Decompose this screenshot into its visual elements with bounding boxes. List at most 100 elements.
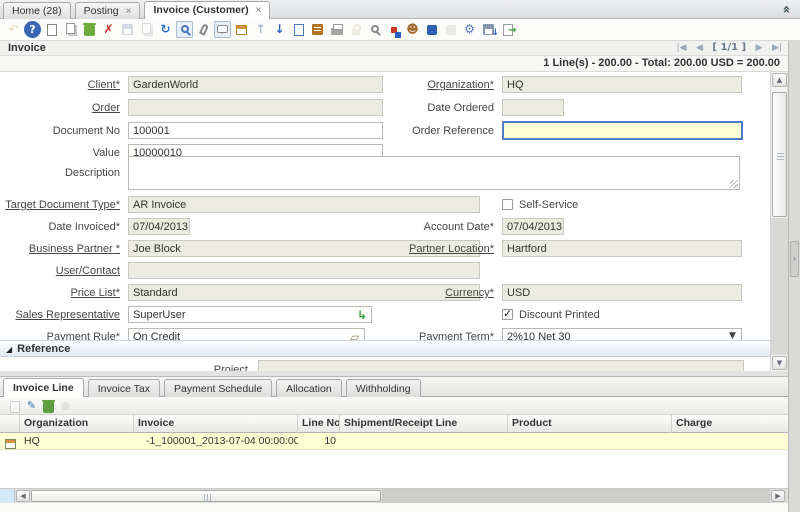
parent-record-icon[interactable]: ↑ (252, 21, 269, 38)
tab-invoice-line[interactable]: Invoice Line (3, 378, 84, 397)
copy-record-icon[interactable] (62, 21, 79, 38)
account-date-field[interactable]: 07/04/2013 (502, 218, 564, 235)
grid-toggle-icon[interactable] (233, 21, 250, 38)
tab-withholding[interactable]: Withholding (346, 379, 421, 397)
last-record-icon[interactable]: ▶| (772, 43, 782, 53)
close-icon[interactable]: × (256, 5, 262, 16)
document-no-field[interactable]: 100001 (128, 122, 383, 139)
tab-allocation[interactable]: Allocation (276, 379, 342, 397)
delete-record-icon[interactable] (81, 21, 98, 38)
client-field[interactable]: GardenWorld (128, 76, 383, 93)
archive-icon[interactable] (309, 21, 326, 38)
self-service-label: Self-Service (519, 199, 578, 211)
row-edit-icon[interactable] (4, 435, 17, 448)
reference-section-header[interactable]: ◢Reference (0, 340, 770, 357)
form-vertical-scrollbar: ▲ ▼ (770, 72, 787, 371)
invoice-line-table-body: HQ -1_100001_2013-07-04 00:00:00_200.00 … (0, 433, 788, 488)
business-partner-label[interactable]: Business Partner * (0, 242, 120, 256)
zoom-across-icon[interactable] (366, 21, 383, 38)
order-field[interactable] (128, 99, 383, 116)
edit-line-icon[interactable]: ✎ (24, 398, 39, 413)
new-record-icon[interactable] (43, 21, 60, 38)
workflow-icon[interactable] (385, 21, 402, 38)
price-list-label[interactable]: Price List* (0, 286, 120, 300)
date-ordered-field[interactable] (502, 99, 564, 116)
csv-import-icon[interactable] (499, 21, 516, 38)
collapse-header-icon[interactable]: « (778, 5, 793, 13)
tab-invoice-tax[interactable]: Invoice Tax (88, 379, 160, 397)
cell-invoice: -1_100001_2013-07-04 00:00:00_200.00 (134, 433, 298, 450)
save-create-icon[interactable] (138, 21, 155, 38)
process-icon[interactable]: ⚙ (461, 21, 478, 38)
first-record-icon[interactable]: |◀ (676, 43, 686, 53)
product-info-icon[interactable] (423, 21, 440, 38)
sales-representative-label[interactable]: Sales Representative (0, 308, 120, 322)
client-label[interactable]: Client* (0, 78, 120, 92)
find-icon[interactable] (176, 21, 193, 38)
tab-payment-schedule[interactable]: Payment Schedule (164, 379, 272, 397)
scroll-left-icon[interactable]: ◀ (16, 490, 30, 502)
project-label[interactable]: Project (130, 363, 248, 371)
discount-printed-checkbox[interactable] (502, 309, 513, 320)
organization-field[interactable]: HQ (502, 76, 742, 93)
tab-invoice-customer[interactable]: Invoice (Customer)× (144, 1, 270, 19)
report-icon[interactable] (290, 21, 307, 38)
section-expander-icon[interactable]: ◢ (6, 345, 12, 354)
target-document-type-label[interactable]: Target Document Type* (0, 198, 120, 212)
check-requests-icon[interactable]: ☻ (404, 21, 421, 38)
scroll-down-icon[interactable]: ▼ (772, 356, 787, 370)
self-service-checkbox[interactable] (502, 199, 513, 210)
title-row: Invoice |◀ ◀ [ 1/1 ] ▶ ▶| (0, 41, 788, 56)
column-header-organization[interactable]: Organization (20, 415, 134, 433)
tab-posting[interactable]: Posting× (75, 2, 141, 19)
delete-line-icon[interactable] (41, 398, 56, 413)
export-icon[interactable] (480, 21, 497, 38)
cell-organization: HQ (20, 433, 134, 450)
user-contact-field[interactable] (128, 262, 480, 279)
scroll-up-icon[interactable]: ▲ (772, 73, 787, 87)
column-header-line-no[interactable]: Line No (298, 415, 340, 433)
lock-icon[interactable] (347, 21, 364, 38)
close-icon[interactable]: × (126, 6, 132, 17)
currency-label[interactable]: Currency* (376, 286, 494, 300)
partner-location-label[interactable]: Partner Location* (376, 242, 494, 256)
record-zoom-icon[interactable]: ↳ (357, 309, 367, 321)
horizontal-scroll-thumb[interactable] (31, 490, 381, 502)
column-header-product[interactable]: Product (508, 415, 672, 433)
table-row[interactable]: HQ -1_100001_2013-07-04 00:00:00_200.00 … (0, 433, 788, 450)
undo-icon[interactable]: ↶ (5, 21, 22, 38)
column-header-charge[interactable]: Charge (672, 415, 787, 433)
description-field[interactable] (128, 156, 740, 190)
order-label[interactable]: Order (0, 101, 120, 115)
requery-line-icon[interactable]: ● (58, 398, 73, 413)
column-header-shipment-receipt-line[interactable]: Shipment/Receipt Line (340, 415, 508, 433)
new-line-icon[interactable] (7, 398, 22, 413)
project-field[interactable] (258, 360, 744, 371)
ignore-icon[interactable] (442, 21, 459, 38)
attachment-icon[interactable] (195, 21, 212, 38)
sales-representative-field[interactable]: SuperUser (128, 306, 372, 323)
vertical-scroll-track[interactable] (771, 218, 788, 355)
save-icon[interactable] (119, 21, 136, 38)
target-document-type-field[interactable]: AR Invoice (128, 196, 480, 213)
chat-icon[interactable] (214, 21, 231, 38)
horizontal-scroll-track[interactable] (382, 489, 770, 503)
next-record-icon[interactable]: ▶ (756, 43, 763, 53)
column-header-invoice[interactable]: Invoice (134, 415, 298, 433)
date-invoiced-field[interactable]: 07/04/2013 (128, 218, 190, 235)
detail-record-icon[interactable]: ↓ (271, 21, 288, 38)
refresh-icon[interactable]: ↻ (157, 21, 174, 38)
currency-field[interactable]: USD (502, 284, 742, 301)
vertical-scroll-thumb[interactable] (772, 92, 787, 217)
user-contact-label[interactable]: User/Contact (0, 264, 120, 278)
delete-selection-icon[interactable]: ✗ (100, 21, 117, 38)
partner-location-field[interactable]: Hartford (502, 240, 742, 257)
east-panel-expand-icon[interactable]: › (790, 241, 799, 277)
tab-home[interactable]: Home (28) (3, 2, 71, 19)
organization-label[interactable]: Organization* (376, 78, 494, 92)
help-icon[interactable]: ? (24, 21, 41, 38)
order-reference-field[interactable] (502, 121, 743, 140)
scroll-right-icon[interactable]: ▶ (771, 490, 785, 502)
previous-record-icon[interactable]: ◀ (696, 43, 703, 53)
print-icon[interactable] (328, 21, 345, 38)
